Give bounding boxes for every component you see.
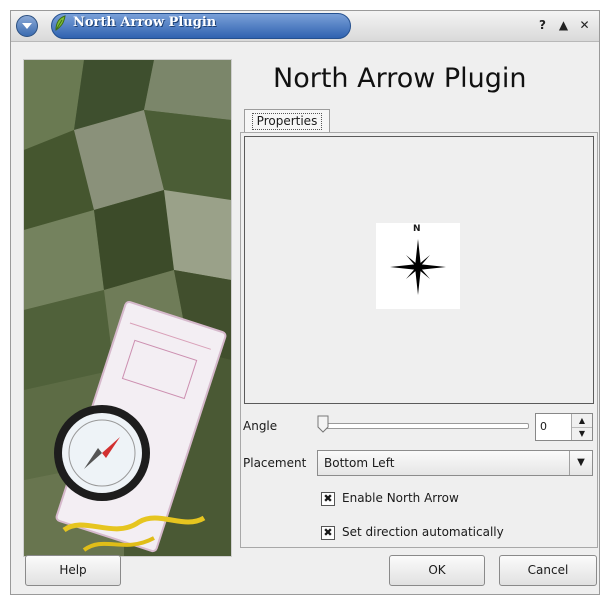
- angle-slider-track[interactable]: [319, 423, 529, 429]
- properties-panel: N Angle 0 ▲ ▼ Placement Bottom Left ▼ ✖ …: [240, 132, 598, 548]
- tab-properties[interactable]: Properties: [244, 109, 330, 133]
- help-button[interactable]: Help: [25, 555, 121, 586]
- spin-up-icon[interactable]: ▲: [572, 414, 592, 428]
- angle-label: Angle: [243, 419, 278, 433]
- window-title: North Arrow Plugin: [73, 15, 217, 30]
- north-arrow-icon: [390, 239, 446, 295]
- plugin-leaf-icon: [55, 15, 66, 31]
- placement-label: Placement: [243, 456, 307, 470]
- north-arrow-preview-box: N: [376, 223, 460, 309]
- enable-north-arrow-checkbox[interactable]: ✖: [321, 492, 335, 506]
- ok-button[interactable]: OK: [389, 555, 485, 586]
- maximize-icon[interactable]: ▲: [556, 18, 571, 33]
- title-bar: North Arrow Plugin ? ▲ ✕: [11, 11, 599, 42]
- close-icon[interactable]: ✕: [577, 18, 592, 33]
- enable-north-arrow-label[interactable]: Enable North Arrow: [342, 491, 459, 505]
- help-title-icon[interactable]: ?: [535, 18, 550, 33]
- cancel-button[interactable]: Cancel: [499, 555, 597, 586]
- arrow-preview: N: [244, 136, 594, 404]
- angle-spinbox[interactable]: 0 ▲ ▼: [535, 413, 593, 441]
- page-title: North Arrow Plugin: [273, 63, 527, 94]
- set-direction-auto-checkbox[interactable]: ✖: [321, 526, 335, 540]
- placement-value: Bottom Left: [324, 456, 395, 470]
- window-menu-icon[interactable]: [16, 15, 38, 37]
- angle-value[interactable]: 0: [540, 420, 547, 433]
- plugin-dialog: North Arrow Plugin ? ▲ ✕ North Arrow Plu…: [10, 10, 600, 595]
- tab-properties-label: Properties: [251, 113, 323, 130]
- decorative-compass-image: [23, 59, 232, 557]
- angle-slider-handle[interactable]: [317, 415, 329, 433]
- placement-select[interactable]: Bottom Left ▼: [317, 450, 593, 476]
- set-direction-auto-label[interactable]: Set direction automatically: [342, 525, 504, 539]
- spin-down-icon[interactable]: ▼: [572, 427, 592, 440]
- chevron-down-icon[interactable]: ▼: [569, 451, 592, 475]
- angle-spin-buttons: ▲ ▼: [571, 414, 592, 440]
